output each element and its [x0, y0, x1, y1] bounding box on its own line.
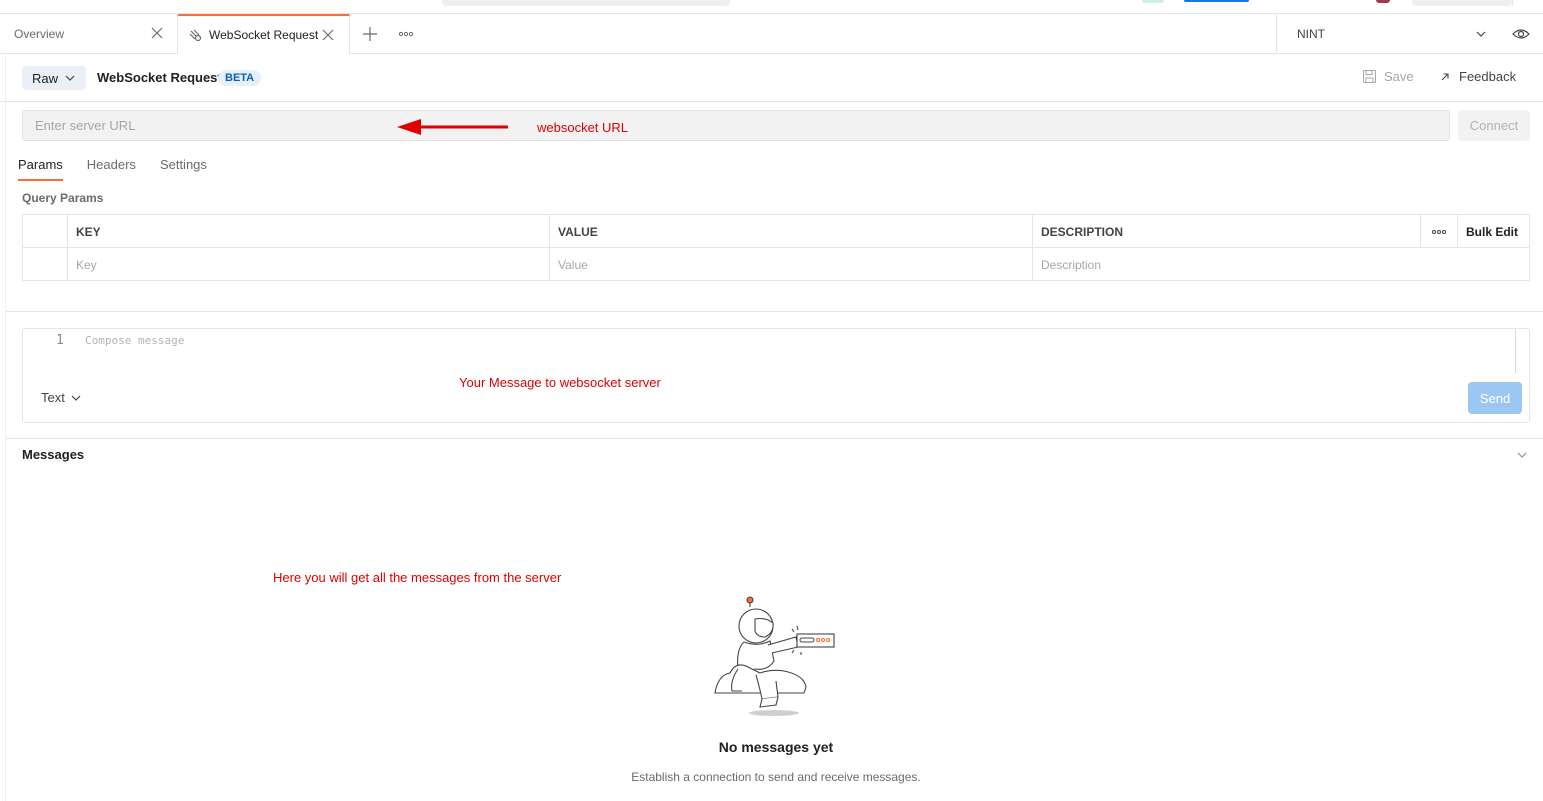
chevron-down-icon — [65, 75, 75, 81]
tab-label: Overview — [14, 27, 65, 41]
tab-bar: Overview WebSocket Request NINT — [0, 14, 1543, 54]
annotation-message: Your Message to websocket server — [459, 375, 661, 390]
query-params-title: Query Params — [22, 191, 104, 205]
workspace-selector[interactable] — [1412, 0, 1512, 6]
connect-button[interactable]: Connect — [1458, 110, 1530, 141]
feedback-label: Feedback — [1459, 69, 1517, 84]
websocket-icon — [189, 29, 202, 42]
description-input[interactable]: Description — [1033, 248, 1529, 281]
chevron-down-icon — [71, 395, 81, 401]
avatar[interactable] — [1376, 0, 1390, 3]
tab-label: WebSocket Request — [209, 28, 319, 42]
astronaut-illustration — [714, 596, 835, 716]
message-format-dropdown[interactable]: Text — [41, 390, 81, 405]
format-label: Text — [41, 390, 65, 405]
save-label: Save — [1384, 69, 1414, 84]
value-column-header: VALUE — [550, 215, 1033, 248]
scrollbar[interactable] — [1515, 329, 1516, 373]
environment-label: NINT — [1297, 27, 1325, 41]
request-subtabs: Params Headers Settings — [18, 157, 231, 183]
description-column-header: DESCRIPTION — [1033, 215, 1421, 248]
mode-dropdown[interactable]: Raw — [22, 66, 86, 90]
eye-icon[interactable] — [1512, 26, 1530, 42]
close-icon[interactable] — [321, 28, 335, 42]
table-row: Key Value Description — [23, 248, 1529, 281]
value-input[interactable]: Value — [550, 248, 1033, 281]
upgrade-button[interactable] — [1184, 0, 1249, 2]
tab-params[interactable]: Params — [18, 157, 63, 181]
more-options-icon — [1432, 229, 1446, 234]
more-options-icon[interactable] — [397, 26, 415, 42]
feedback-button[interactable]: Feedback — [1440, 69, 1516, 84]
save-icon — [1363, 70, 1376, 83]
checkbox-column-header — [23, 215, 68, 248]
request-header: Raw WebSocket Request BETA Save Feedback — [0, 55, 1543, 102]
plus-icon[interactable] — [361, 25, 379, 43]
tab-settings[interactable]: Settings — [160, 157, 207, 181]
compose-message-input[interactable]: Compose message — [85, 334, 184, 347]
key-column-header: KEY — [68, 215, 550, 248]
beta-badge: BETA — [218, 70, 262, 86]
line-number: 1 — [56, 333, 64, 348]
table-header-row: KEY VALUE DESCRIPTION Bulk Edit — [23, 215, 1529, 248]
top-right-control[interactable] — [1512, 0, 1543, 6]
close-icon[interactable] — [150, 26, 164, 40]
tab-headers[interactable]: Headers — [87, 157, 136, 181]
empty-state-subtitle: Establish a connection to send and recei… — [631, 770, 921, 784]
chevron-down-icon[interactable] — [1515, 449, 1529, 461]
annotation-url: websocket URL — [537, 120, 629, 135]
query-params-table: KEY VALUE DESCRIPTION Bulk Edit Key Valu… — [22, 214, 1530, 281]
tab-websocket-request[interactable]: WebSocket Request — [178, 14, 350, 54]
server-url-input[interactable] — [22, 110, 1450, 141]
section-divider — [6, 438, 1543, 439]
save-button[interactable]: Save — [1362, 69, 1414, 84]
message-composer[interactable]: 1 Compose message Text Send — [22, 328, 1530, 423]
mode-label: Raw — [32, 70, 59, 86]
messages-title: Messages — [22, 447, 85, 462]
row-checkbox-cell — [23, 248, 68, 281]
top-toolbar — [0, 0, 1543, 14]
sync-status-icon — [1142, 0, 1164, 3]
tab-overview[interactable]: Overview — [0, 14, 178, 54]
global-search-bar[interactable] — [442, 0, 730, 6]
arrow-up-right-icon — [1441, 72, 1449, 80]
column-options-button[interactable] — [1421, 215, 1458, 248]
bulk-edit-button[interactable]: Bulk Edit — [1458, 215, 1529, 248]
annotation-messages: Here you will get all the messages from … — [273, 570, 562, 585]
chevron-down-icon — [1476, 31, 1486, 37]
sidebar-divider — [5, 54, 6, 801]
environment-selector[interactable]: NINT — [1276, 14, 1499, 54]
annotation-arrow-icon — [397, 119, 508, 135]
request-title[interactable]: WebSocket Request — [97, 70, 222, 85]
empty-state-title: No messages yet — [718, 739, 834, 755]
section-divider — [6, 311, 1543, 312]
key-input[interactable]: Key — [68, 248, 550, 281]
send-button[interactable]: Send — [1468, 382, 1522, 414]
